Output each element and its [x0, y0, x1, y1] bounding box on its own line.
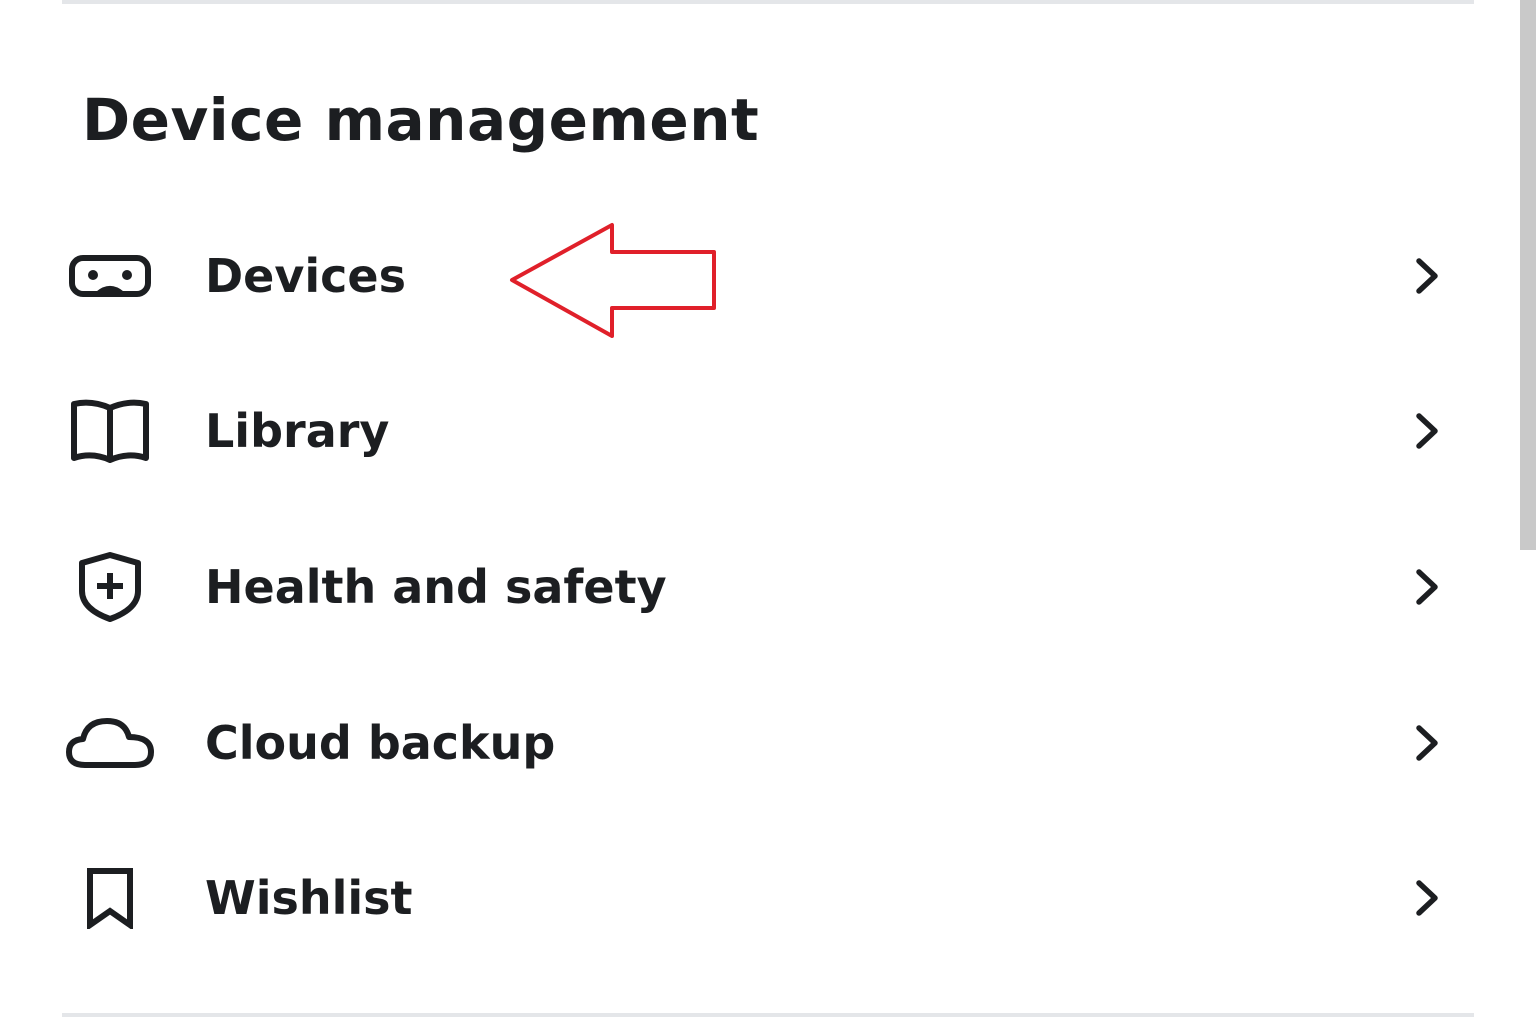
- book-icon: [64, 395, 156, 467]
- menu-item-label: Library: [205, 404, 390, 458]
- bookmark-icon: [64, 862, 156, 934]
- chevron-right-icon: [1416, 569, 1438, 605]
- menu-item-health-and-safety[interactable]: Health and safety: [62, 527, 1474, 647]
- menu-item-cloud-backup[interactable]: Cloud backup: [62, 683, 1474, 803]
- top-divider: [62, 0, 1474, 4]
- chevron-right-icon: [1416, 258, 1438, 294]
- annotation-arrow-icon: [510, 223, 716, 338]
- menu-item-label: Health and safety: [205, 560, 667, 614]
- menu-item-wishlist[interactable]: Wishlist: [62, 838, 1474, 958]
- menu-item-label: Devices: [205, 249, 406, 303]
- menu-item-devices[interactable]: Devices: [62, 216, 1474, 336]
- device-management-page: Device management Devices Library Health…: [0, 0, 1536, 1024]
- section-title: Device management: [82, 86, 760, 154]
- chevron-right-icon: [1416, 880, 1438, 916]
- scrollbar-thumb[interactable]: [1520, 0, 1536, 550]
- menu-item-label: Cloud backup: [205, 716, 556, 770]
- bottom-divider: [62, 1013, 1474, 1017]
- menu-item-library[interactable]: Library: [62, 371, 1474, 491]
- cloud-icon: [64, 707, 156, 779]
- vr-headset-icon: [64, 240, 156, 312]
- menu-item-label: Wishlist: [205, 871, 413, 925]
- chevron-right-icon: [1416, 725, 1438, 761]
- shield-plus-icon: [64, 551, 156, 623]
- chevron-right-icon: [1416, 413, 1438, 449]
